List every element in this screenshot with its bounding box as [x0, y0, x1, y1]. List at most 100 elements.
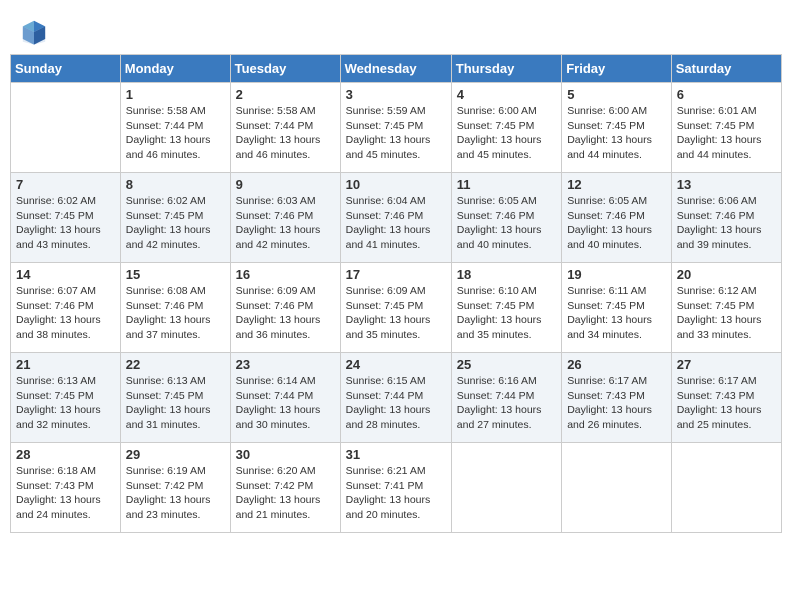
weekday-header-cell: Saturday — [671, 55, 781, 83]
calendar-day-cell: 19 Sunrise: 6:11 AM Sunset: 7:45 PM Dayli… — [562, 263, 672, 353]
day-number: 13 — [677, 177, 776, 192]
logo-icon — [20, 18, 48, 46]
calendar-week-row: 14 Sunrise: 6:07 AM Sunset: 7:46 PM Dayli… — [11, 263, 782, 353]
weekday-header-cell: Tuesday — [230, 55, 340, 83]
day-number: 4 — [457, 87, 556, 102]
day-info: Sunrise: 5:59 AM Sunset: 7:45 PM Dayligh… — [346, 104, 446, 163]
day-info: Sunrise: 6:17 AM Sunset: 7:43 PM Dayligh… — [567, 374, 666, 433]
calendar-day-cell: 13 Sunrise: 6:06 AM Sunset: 7:46 PM Dayli… — [671, 173, 781, 263]
day-info: Sunrise: 6:00 AM Sunset: 7:45 PM Dayligh… — [567, 104, 666, 163]
day-info: Sunrise: 5:58 AM Sunset: 7:44 PM Dayligh… — [236, 104, 335, 163]
day-number: 23 — [236, 357, 335, 372]
day-info: Sunrise: 6:06 AM Sunset: 7:46 PM Dayligh… — [677, 194, 776, 253]
day-info: Sunrise: 6:11 AM Sunset: 7:45 PM Dayligh… — [567, 284, 666, 343]
calendar-day-cell: 31Sunrise: 6:21 AM Sunset: 7:41 PM Dayli… — [340, 443, 451, 533]
day-number: 7 — [16, 177, 115, 192]
logo — [20, 18, 50, 46]
calendar-day-cell: 1 Sunrise: 5:58 AM Sunset: 7:44 PM Daylig… — [120, 83, 230, 173]
day-info: Sunrise: 6:03 AM Sunset: 7:46 PM Dayligh… — [236, 194, 335, 253]
day-number: 15 — [126, 267, 225, 282]
day-number: 21 — [16, 357, 115, 372]
weekday-header-cell: Monday — [120, 55, 230, 83]
calendar-day-cell — [562, 443, 672, 533]
calendar-day-cell: 10 Sunrise: 6:04 AM Sunset: 7:46 PM Dayli… — [340, 173, 451, 263]
calendar-day-cell: 17Sunrise: 6:09 AM Sunset: 7:45 PM Dayli… — [340, 263, 451, 353]
day-info: Sunrise: 6:09 AM Sunset: 7:46 PM Dayligh… — [236, 284, 335, 343]
day-number: 6 — [677, 87, 776, 102]
day-info: Sunrise: 6:02 AM Sunset: 7:45 PM Dayligh… — [16, 194, 115, 253]
calendar-day-cell: 7 Sunrise: 6:02 AM Sunset: 7:45 PM Daylig… — [11, 173, 121, 263]
calendar-day-cell: 4 Sunrise: 6:00 AM Sunset: 7:45 PM Daylig… — [451, 83, 561, 173]
day-info: Sunrise: 6:13 AM Sunset: 7:45 PM Dayligh… — [126, 374, 225, 433]
day-number: 28 — [16, 447, 115, 462]
day-info: Sunrise: 6:19 AM Sunset: 7:42 PM Dayligh… — [126, 464, 225, 523]
day-number: 16 — [236, 267, 335, 282]
day-info: Sunrise: 6:20 AM Sunset: 7:42 PM Dayligh… — [236, 464, 335, 523]
calendar-day-cell: 28 Sunrise: 6:18 AM Sunset: 7:43 PM Dayli… — [11, 443, 121, 533]
day-info: Sunrise: 5:58 AM Sunset: 7:44 PM Dayligh… — [126, 104, 225, 163]
day-number: 24 — [346, 357, 446, 372]
calendar-body: 1 Sunrise: 5:58 AM Sunset: 7:44 PM Daylig… — [11, 83, 782, 533]
day-number: 30 — [236, 447, 335, 462]
calendar-day-cell — [451, 443, 561, 533]
day-number: 25 — [457, 357, 556, 372]
calendar-day-cell: 15 Sunrise: 6:08 AM Sunset: 7:46 PM Dayli… — [120, 263, 230, 353]
calendar-day-cell: 20Sunrise: 6:12 AM Sunset: 7:45 PM Dayli… — [671, 263, 781, 353]
calendar-day-cell: 21Sunrise: 6:13 AM Sunset: 7:45 PM Dayli… — [11, 353, 121, 443]
day-number: 5 — [567, 87, 666, 102]
day-info: Sunrise: 6:21 AM Sunset: 7:41 PM Dayligh… — [346, 464, 446, 523]
calendar-day-cell: 6 Sunrise: 6:01 AM Sunset: 7:45 PM Daylig… — [671, 83, 781, 173]
day-info: Sunrise: 6:01 AM Sunset: 7:45 PM Dayligh… — [677, 104, 776, 163]
day-number: 1 — [126, 87, 225, 102]
calendar-day-cell: 24Sunrise: 6:15 AM Sunset: 7:44 PM Dayli… — [340, 353, 451, 443]
calendar-week-row: 21 Sunrise: 6:13 AM Sunset: 7:45 PM Dayli… — [11, 353, 782, 443]
calendar-week-row: 28 Sunrise: 6:18 AM Sunset: 7:43 PM Dayli… — [11, 443, 782, 533]
day-info: Sunrise: 6:05 AM Sunset: 7:46 PM Dayligh… — [567, 194, 666, 253]
day-number: 11 — [457, 177, 556, 192]
day-info: Sunrise: 6:17 AM Sunset: 7:43 PM Dayligh… — [677, 374, 776, 433]
calendar-day-cell — [11, 83, 121, 173]
day-number: 26 — [567, 357, 666, 372]
calendar-table: SundayMondayTuesdayWednesdayThursdayFrid… — [10, 54, 782, 533]
calendar-day-cell: 16 Sunrise: 6:09 AM Sunset: 7:46 PM Dayli… — [230, 263, 340, 353]
day-number: 19 — [567, 267, 666, 282]
weekday-header-cell: Sunday — [11, 55, 121, 83]
day-info: Sunrise: 6:07 AM Sunset: 7:46 PM Dayligh… — [16, 284, 115, 343]
day-info: Sunrise: 6:00 AM Sunset: 7:45 PM Dayligh… — [457, 104, 556, 163]
day-info: Sunrise: 6:14 AM Sunset: 7:44 PM Dayligh… — [236, 374, 335, 433]
calendar-day-cell: 29 Sunrise: 6:19 AM Sunset: 7:42 PM Dayli… — [120, 443, 230, 533]
day-info: Sunrise: 6:16 AM Sunset: 7:44 PM Dayligh… — [457, 374, 556, 433]
day-info: Sunrise: 6:10 AM Sunset: 7:45 PM Dayligh… — [457, 284, 556, 343]
calendar-day-cell: 3 Sunrise: 5:59 AM Sunset: 7:45 PM Daylig… — [340, 83, 451, 173]
day-info: Sunrise: 6:08 AM Sunset: 7:46 PM Dayligh… — [126, 284, 225, 343]
day-info: Sunrise: 6:04 AM Sunset: 7:46 PM Dayligh… — [346, 194, 446, 253]
day-info: Sunrise: 6:18 AM Sunset: 7:43 PM Dayligh… — [16, 464, 115, 523]
weekday-header-cell: Wednesday — [340, 55, 451, 83]
day-number: 3 — [346, 87, 446, 102]
calendar-day-cell: 18Sunrise: 6:10 AM Sunset: 7:45 PM Dayli… — [451, 263, 561, 353]
calendar-day-cell: 26 Sunrise: 6:17 AM Sunset: 7:43 PM Dayli… — [562, 353, 672, 443]
day-number: 14 — [16, 267, 115, 282]
calendar-day-cell: 8Sunrise: 6:02 AM Sunset: 7:45 PM Daylig… — [120, 173, 230, 263]
day-info: Sunrise: 6:02 AM Sunset: 7:45 PM Dayligh… — [126, 194, 225, 253]
weekday-header-cell: Friday — [562, 55, 672, 83]
calendar-day-cell: 12 Sunrise: 6:05 AM Sunset: 7:46 PM Dayli… — [562, 173, 672, 263]
calendar-day-cell: 27Sunrise: 6:17 AM Sunset: 7:43 PM Dayli… — [671, 353, 781, 443]
calendar-day-cell: 2 Sunrise: 5:58 AM Sunset: 7:44 PM Daylig… — [230, 83, 340, 173]
calendar-day-cell: 30 Sunrise: 6:20 AM Sunset: 7:42 PM Dayli… — [230, 443, 340, 533]
calendar-day-cell: 9 Sunrise: 6:03 AM Sunset: 7:46 PM Daylig… — [230, 173, 340, 263]
day-number: 10 — [346, 177, 446, 192]
day-number: 12 — [567, 177, 666, 192]
page-header — [0, 0, 792, 54]
day-number: 9 — [236, 177, 335, 192]
calendar-day-cell: 14 Sunrise: 6:07 AM Sunset: 7:46 PM Dayli… — [11, 263, 121, 353]
day-number: 20 — [677, 267, 776, 282]
calendar-container: SundayMondayTuesdayWednesdayThursdayFrid… — [0, 54, 792, 543]
day-number: 2 — [236, 87, 335, 102]
day-number: 22 — [126, 357, 225, 372]
day-info: Sunrise: 6:09 AM Sunset: 7:45 PM Dayligh… — [346, 284, 446, 343]
calendar-week-row: 1 Sunrise: 5:58 AM Sunset: 7:44 PM Daylig… — [11, 83, 782, 173]
day-number: 29 — [126, 447, 225, 462]
calendar-day-cell: 25 Sunrise: 6:16 AM Sunset: 7:44 PM Dayli… — [451, 353, 561, 443]
weekday-header-cell: Thursday — [451, 55, 561, 83]
